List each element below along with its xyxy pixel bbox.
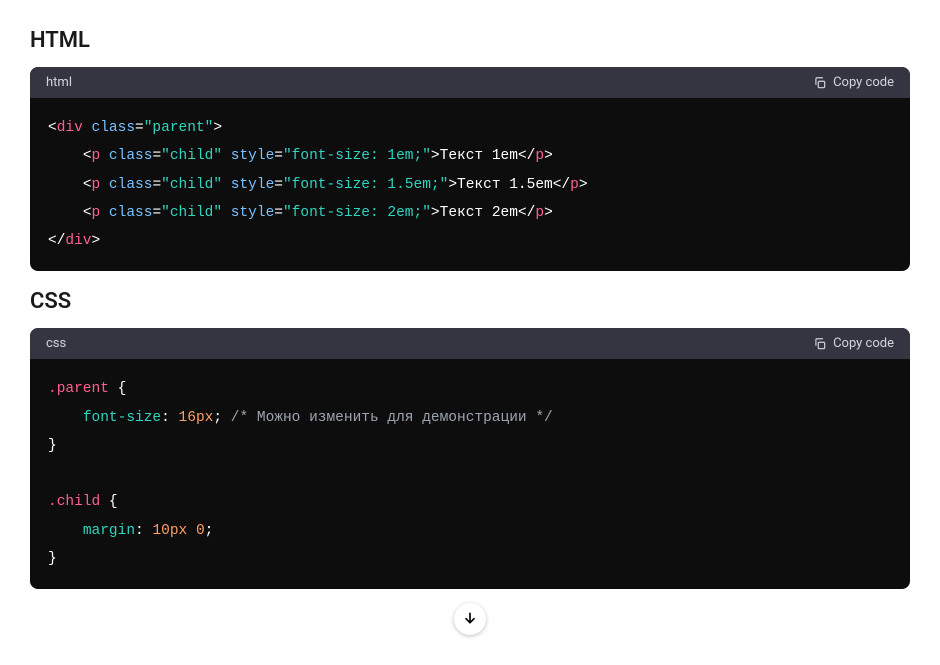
code-token: "font-size: 1.5em;" — [283, 177, 448, 193]
code-token: p — [92, 148, 101, 164]
code-token — [48, 523, 83, 539]
code-token: { — [118, 381, 127, 397]
code-token: = — [274, 148, 283, 164]
code-token: "child" — [161, 205, 222, 221]
code-token — [222, 177, 231, 193]
code-token: p — [92, 177, 101, 193]
code-token: Текст 2em — [440, 205, 518, 221]
code-token — [48, 205, 83, 221]
code-token: style — [231, 177, 275, 193]
code-token: "font-size: 2em;" — [283, 205, 431, 221]
code-token: Текст 1.5em — [457, 177, 553, 193]
code-token: /* Можно изменить для демонстрации */ — [231, 410, 553, 426]
code-block-html: html Copy code <div class="parent"> <p c… — [30, 67, 910, 271]
code-token — [109, 381, 118, 397]
code-token: > — [431, 148, 440, 164]
copy-button-html[interactable]: Copy code — [813, 75, 894, 90]
code-token: p — [535, 205, 544, 221]
code-token: ; — [213, 410, 222, 426]
code-token: > — [213, 120, 222, 136]
code-token — [48, 148, 83, 164]
code-token — [222, 410, 231, 426]
code-token — [222, 205, 231, 221]
code-token: div — [57, 120, 83, 136]
code-token — [222, 148, 231, 164]
code-token: </ — [518, 205, 535, 221]
copy-button-css[interactable]: Copy code — [813, 336, 894, 351]
code-token — [48, 410, 83, 426]
code-token: </ — [48, 233, 65, 249]
code-token: } — [48, 551, 57, 567]
code-token: "font-size: 1em;" — [283, 148, 431, 164]
code-token — [100, 177, 109, 193]
copy-label: Copy code — [833, 75, 894, 90]
code-token: "parent" — [144, 120, 214, 136]
code-body-html[interactable]: <div class="parent"> <p class="child" st… — [30, 98, 910, 271]
code-token: class — [109, 148, 153, 164]
code-token: > — [431, 205, 440, 221]
code-token: > — [448, 177, 457, 193]
code-token: font-size — [83, 410, 161, 426]
code-token: "child" — [161, 177, 222, 193]
code-token: p — [92, 205, 101, 221]
code-token: < — [48, 120, 57, 136]
code-token: p — [570, 177, 579, 193]
code-body-css[interactable]: .parent { font-size: 16px; /* Можно изме… — [30, 359, 910, 589]
code-token: </ — [553, 177, 570, 193]
code-token: < — [83, 148, 92, 164]
code-token — [100, 148, 109, 164]
code-token — [48, 177, 83, 193]
code-token: { — [109, 494, 118, 510]
code-token — [83, 120, 92, 136]
code-token: 0 — [196, 523, 205, 539]
code-token: .child — [48, 494, 100, 510]
code-token: </ — [518, 148, 535, 164]
code-token: class — [92, 120, 136, 136]
code-token — [187, 523, 196, 539]
code-block-css: css Copy code .parent { font-size: 16px;… — [30, 328, 910, 589]
code-token: div — [65, 233, 91, 249]
code-token: > — [579, 177, 588, 193]
code-token: > — [544, 148, 553, 164]
code-token: > — [544, 205, 553, 221]
copy-label: Copy code — [833, 336, 894, 351]
code-token: > — [92, 233, 101, 249]
code-token: class — [109, 177, 153, 193]
code-token: margin — [83, 523, 135, 539]
code-token: < — [83, 205, 92, 221]
code-token — [100, 494, 109, 510]
code-token: 10px — [152, 523, 187, 539]
code-token: : — [161, 410, 178, 426]
code-token: "child" — [161, 148, 222, 164]
code-token: p — [535, 148, 544, 164]
code-token: = — [152, 148, 161, 164]
code-token: = — [152, 205, 161, 221]
code-token: = — [274, 177, 283, 193]
copy-icon — [813, 76, 827, 90]
scroll-down-button[interactable] — [454, 603, 486, 635]
section-heading-html: HTML — [30, 28, 910, 53]
arrow-down-icon — [462, 610, 478, 629]
code-token — [100, 205, 109, 221]
code-token: class — [109, 205, 153, 221]
code-token: style — [231, 148, 275, 164]
code-token: style — [231, 205, 275, 221]
section-heading-css: CSS — [30, 289, 910, 314]
code-token: 16px — [179, 410, 214, 426]
code-token: = — [274, 205, 283, 221]
code-token: < — [83, 177, 92, 193]
code-token: = — [135, 120, 144, 136]
code-token: = — [152, 177, 161, 193]
code-token: : — [135, 523, 152, 539]
code-token: ; — [205, 523, 214, 539]
code-token: } — [48, 438, 57, 454]
lang-label-css: css — [46, 336, 66, 351]
code-token: .parent — [48, 381, 109, 397]
code-token: Текст 1em — [440, 148, 518, 164]
code-header-html: html Copy code — [30, 67, 910, 98]
code-header-css: css Copy code — [30, 328, 910, 359]
copy-icon — [813, 337, 827, 351]
lang-label-html: html — [46, 75, 72, 90]
